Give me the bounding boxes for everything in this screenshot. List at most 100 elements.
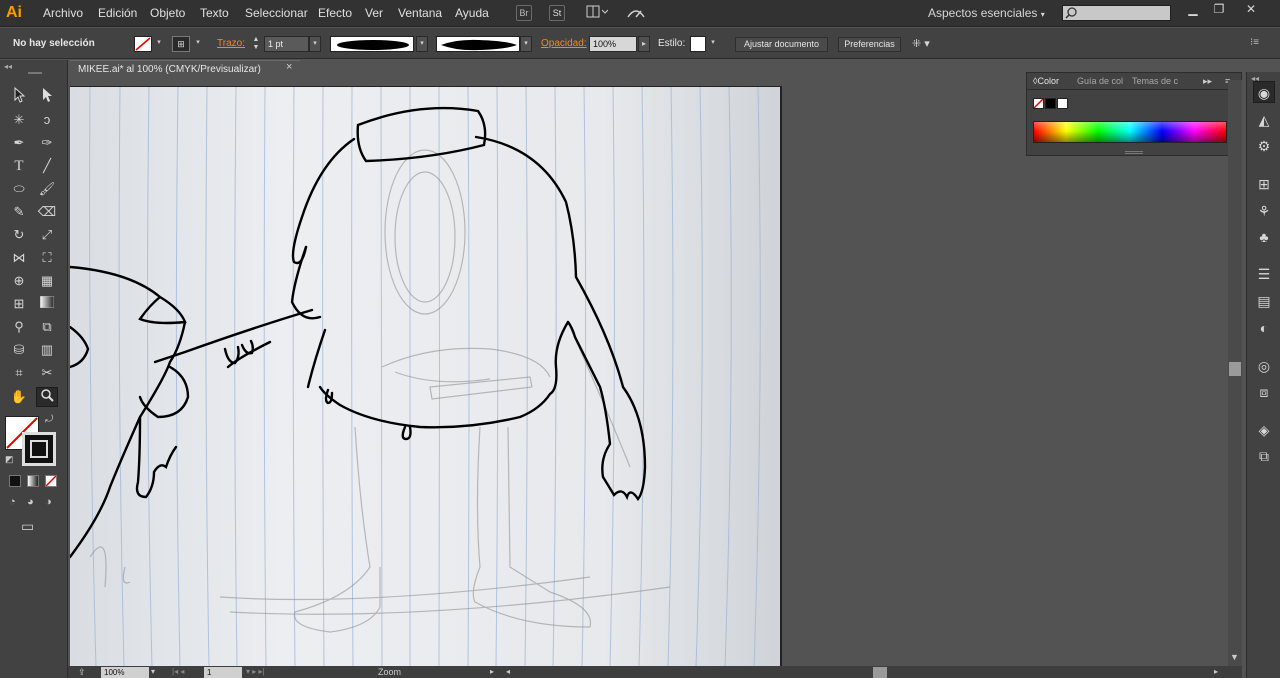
opacity-label[interactable]: Opacidad: [541,38,587,49]
stroke-swatch[interactable]: ⊞ [172,36,190,52]
tools-grip[interactable] [28,72,42,74]
menu-ventana[interactable]: Ventana [398,6,442,20]
draw-behind-icon[interactable]: ◕ [27,496,34,508]
status-options-icon[interactable]: ⇪ [78,667,86,678]
bridge-button[interactable]: Br [516,5,532,21]
artboard[interactable] [70,86,782,666]
zoom-dropdown-icon[interactable]: ▾ [151,667,155,676]
preferences-button[interactable]: Preferencias [838,37,901,52]
menu-efecto[interactable]: Efecto [318,6,352,20]
collapse-tools-icon[interactable]: ◂◂ [4,62,12,71]
first-artboard-icon[interactable]: |◂ ◂ [172,667,184,676]
next-artboard-icon[interactable]: ▾ ▸ ▸| [246,667,265,676]
zoom-tool-icon[interactable] [36,387,58,407]
menu-ver[interactable]: Ver [365,6,383,20]
brush-definition[interactable] [436,36,520,52]
stroke-label[interactable]: Trazo: [217,38,245,49]
ellipse-tool-icon[interactable]: ⬭ [8,179,30,199]
swatches-icon[interactable]: ◭ [1253,109,1275,131]
lasso-tool-icon[interactable]: ↄ [36,110,58,130]
color-guide-icon[interactable]: ◉ [1253,81,1275,103]
stock-button[interactable]: St [549,5,565,21]
menu-edicion[interactable]: Edición [98,6,137,20]
pen-tool-icon[interactable]: ✒ [8,133,30,153]
graphic-style-swatch[interactable] [690,36,706,52]
appearance-icon[interactable]: ◎ [1253,355,1275,377]
opacity-input[interactable]: 100% [589,36,637,52]
opacity-slider-button[interactable]: ▸ [638,36,650,52]
artboards-icon[interactable]: ⧉ [1253,445,1275,467]
document-tab[interactable]: MIKEE.ai* al 100% (CMYK/Previsualizar) [70,60,300,80]
stroke-dropdown[interactable]: ▾ [192,36,204,52]
club-icon[interactable]: ♣ [1253,226,1275,248]
arrange-documents-icon[interactable] [586,5,609,21]
panel-resize-grip[interactable] [1125,151,1143,154]
select-similar-icon[interactable]: ⁜ ▾ [912,37,942,51]
none-swatch[interactable] [1033,98,1044,109]
tab-color-guide[interactable]: Guía de col [1077,76,1123,86]
direct-selection-tool-icon[interactable] [36,87,58,107]
expand-panel-icon[interactable]: ▸▸ [1203,76,1212,87]
curvature-tool-icon[interactable]: ✑ [36,133,58,153]
stroke-weight-input[interactable]: 1 pt [264,36,309,52]
none-mode-icon[interactable] [45,475,57,487]
scroll-down-icon[interactable]: ▼ [1230,652,1239,662]
magic-wand-tool-icon[interactable]: ✳ [8,110,30,130]
tab-color-themes[interactable]: Temas de c [1132,76,1178,86]
slice-tool-icon[interactable]: ✂ [36,363,58,383]
screen-mode-icon[interactable]: ▭ [21,518,34,535]
shape-builder-tool-icon[interactable]: ⊕ [8,271,30,291]
tab-color[interactable]: ◊Color [1033,76,1059,86]
close-document-icon[interactable]: × [286,61,292,73]
stroke-color-swatch[interactable] [22,432,56,466]
scroll-right-icon[interactable]: ▸ [1214,667,1218,676]
minimize-button[interactable]: ▁ [1180,2,1206,16]
stroke-weight-dropdown[interactable]: ▾ [309,36,321,52]
graph-tool-icon[interactable]: ▥ [36,340,58,360]
symbol-sprayer-tool-icon[interactable]: ⛁ [8,340,30,360]
hand-tool-icon[interactable]: ✋ [8,387,30,407]
vertical-scroll-thumb[interactable] [1229,362,1241,376]
eraser-tool-icon[interactable]: ⌫ [36,202,58,222]
menu-objeto[interactable]: Objeto [150,6,185,20]
gpu-performance-icon[interactable] [626,5,646,21]
status-menu-icon[interactable]: ▸ [490,667,494,676]
draw-inside-icon[interactable]: ◑ [45,496,52,508]
restore-button[interactable]: ❐ [1206,2,1232,16]
pencil-tool-icon[interactable]: ✎ [8,202,30,222]
selection-tool-icon[interactable] [8,86,30,107]
gradient-mode-icon[interactable] [27,475,39,487]
close-window-button[interactable]: ✕ [1238,2,1264,16]
width-tool-icon[interactable]: ⋈ [8,248,30,268]
menu-archivo[interactable]: Archivo [43,6,83,20]
default-colors-icon[interactable]: ◩ [5,454,14,465]
free-transform-tool-icon[interactable]: ⛶ [36,248,58,268]
layers-icon[interactable]: ◈ [1253,419,1275,441]
blend-tool-icon[interactable]: ⧉ [36,317,58,337]
color-spectrum[interactable] [1033,121,1227,143]
line-tool-icon[interactable]: ╱ [36,156,58,176]
fill-dropdown[interactable]: ▾ [153,36,165,52]
scale-tool-icon[interactable]: ⤢ [36,225,58,245]
artboard-number-input[interactable]: 1 [204,667,242,678]
paintbrush-tool-icon[interactable]: 🖌 [36,179,58,199]
style-dropdown[interactable]: ▾ [707,36,719,52]
fit-document-button[interactable]: Ajustar documento [735,37,828,52]
color-mode-icon[interactable] [9,475,21,487]
mesh-tool-icon[interactable]: ⊞ [8,294,30,314]
align-icon[interactable]: ⧈ [1253,381,1275,403]
artboard-tool-icon[interactable]: ⌗ [8,363,30,383]
gradient-icon[interactable]: ▤ [1253,290,1275,312]
stroke-weight-stepper[interactable]: ▲ ▼ [250,36,262,52]
white-swatch[interactable] [1057,98,1068,109]
rotate-tool-icon[interactable]: ↻ [8,225,30,245]
menu-texto[interactable]: Texto [200,6,229,20]
search-input[interactable] [1062,5,1171,21]
fill-swatch[interactable] [134,36,152,52]
transparency-icon[interactable]: ◐ [1253,317,1275,339]
grid-icon[interactable]: ⊞ [1253,173,1275,195]
black-swatch[interactable] [1045,98,1056,109]
scroll-left-icon[interactable]: ◂ [506,667,510,676]
type-tool-icon[interactable]: T [8,156,30,176]
stroke-icon[interactable]: ☰ [1253,263,1275,285]
